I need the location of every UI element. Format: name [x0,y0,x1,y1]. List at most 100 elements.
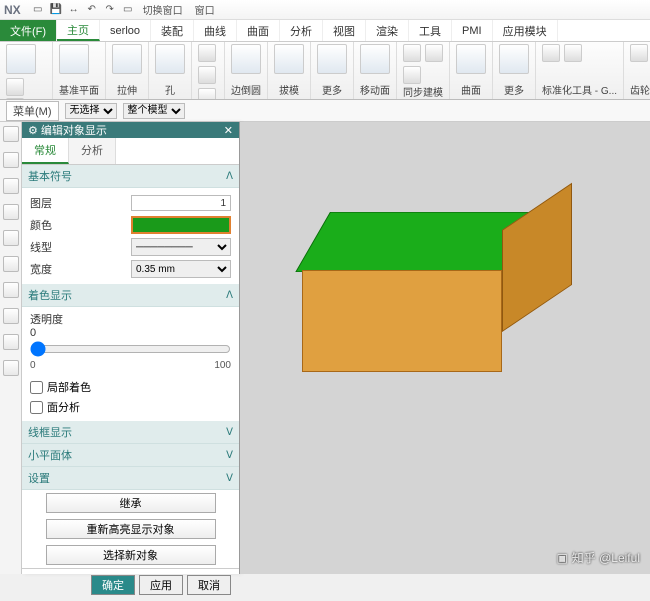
section-basic-header[interactable]: 基本符号ᐱ [22,165,239,188]
more1-icon[interactable] [317,44,347,74]
face-analyze-checkbox[interactable]: 面分析 [30,397,231,417]
save-icon[interactable]: 💾 [49,3,63,17]
switch-window-btn[interactable]: 切换窗口 [139,3,187,17]
replace-icon[interactable] [425,44,443,62]
slider-min: 0 [30,360,36,371]
menu-tab-tools[interactable]: 工具 [409,20,452,41]
reuse-icon[interactable] [3,204,19,220]
menu-tab-app[interactable]: 应用模块 [493,20,558,41]
menu-tab-pmi[interactable]: PMI [452,20,493,41]
window-btn[interactable]: 窗口 [191,3,219,17]
menu-tab-render[interactable]: 渲染 [366,20,409,41]
chevron-up-icon: ᐱ [226,290,233,301]
chevron-down-icon: ᐯ [226,473,233,484]
transparency-slider[interactable] [30,341,231,357]
std-icon[interactable] [542,44,560,62]
info-icon[interactable] [3,230,19,246]
linetype-label: 线型 [30,239,52,255]
arrows-icon[interactable]: ↔ [67,3,81,17]
linetype-select[interactable]: ──────── [131,238,231,256]
menu-tab-view[interactable]: 视图 [323,20,366,41]
section-shade-header[interactable]: 着色显示ᐱ [22,284,239,307]
color-label: 颜色 [30,217,52,233]
part-icon[interactable] [3,178,19,194]
surface-icon[interactable] [456,44,486,74]
nav-icon[interactable] [3,126,19,142]
std-label: 标准化工具 - G... [542,82,617,97]
color-swatch[interactable] [131,216,231,234]
edit-object-display-panel: ⚙ 编辑对象显示 ✕ 常规 分析 基本符号ᐱ 图层1 颜色 线型────────… [22,122,240,574]
edgeblend-label: 边倒圆 [231,82,261,97]
edgeblend-icon[interactable] [231,44,261,74]
section-wire-header[interactable]: 线框显示ᐯ [22,421,239,444]
redo-icon[interactable]: ↷ [103,3,117,17]
menu-tab-analyze[interactable]: 分析 [280,20,323,41]
menu-tab-surface[interactable]: 曲面 [237,20,280,41]
menu-button[interactable]: 菜单(M) [6,101,59,121]
moveface-label: 移动面 [360,82,390,97]
reselect-button[interactable]: 选择新对象 [46,545,216,565]
menu-tab-curve[interactable]: 曲线 [194,20,237,41]
ok-button[interactable]: 确定 [91,575,135,595]
cube-front-face[interactable] [302,270,502,372]
draft-label: 拔模 [274,82,304,97]
width-label: 宽度 [30,261,52,277]
section-facet-header[interactable]: 小平面体ᐯ [22,444,239,467]
rehighlight-button[interactable]: 重新高亮显示对象 [46,519,216,539]
hist-icon[interactable] [3,152,19,168]
color-icon[interactable] [3,334,19,350]
hole-icon[interactable] [155,44,185,74]
menu-bar: 文件(F) 主页 serloo 装配 曲线 曲面 分析 视图 渲染 工具 PMI… [0,20,650,42]
transparency-value: 0 [30,327,231,339]
cube-right-face[interactable] [502,183,572,332]
menu-tab-serloo[interactable]: serloo [100,20,151,41]
menu-file[interactable]: 文件(F) [0,20,57,41]
shell-icon[interactable] [198,88,216,100]
hd3d-icon[interactable] [3,282,19,298]
unite-icon[interactable] [198,66,216,84]
undo-icon[interactable]: ↶ [85,3,99,17]
more2-label: 更多 [499,82,529,97]
section-settings-header[interactable]: 设置ᐯ [22,467,239,490]
new-icon[interactable]: ▭ [31,3,45,17]
cancel-button[interactable]: 取消 [187,575,231,595]
extrude-icon[interactable] [112,44,142,74]
panel-titlebar[interactable]: ⚙ 编辑对象显示 ✕ [22,122,239,138]
width-select[interactable]: 0.35 mm [131,260,231,278]
sel-filter-2[interactable]: 整个模型 [123,103,185,119]
window-icon[interactable]: ▭ [121,3,135,17]
model-cube[interactable] [330,212,570,412]
delete-icon[interactable] [403,66,421,84]
menu-tab-home[interactable]: 主页 [57,20,100,41]
std2-icon[interactable] [564,44,582,62]
moveface-icon[interactable] [360,44,390,74]
chevron-up-icon: ᐱ [226,171,233,182]
menu-tab-assembly[interactable]: 装配 [151,20,194,41]
web-icon[interactable] [3,256,19,272]
3d-viewport[interactable]: ▣知乎 @Leiful [240,122,650,574]
offset-icon[interactable] [403,44,421,62]
apply-button[interactable]: 应用 [139,575,183,595]
gear-icon[interactable] [630,44,648,62]
sketch-icon[interactable] [6,44,36,74]
tab-general[interactable]: 常规 [22,138,69,164]
more2-icon[interactable] [499,44,529,74]
close-icon[interactable]: ✕ [224,124,233,137]
inherit-button[interactable]: 继承 [46,493,216,513]
transparency-label: 透明度 [30,311,231,327]
tab-analysis[interactable]: 分析 [69,138,116,164]
rect-icon[interactable] [6,78,24,96]
role-icon[interactable] [3,308,19,324]
misc-icon[interactable] [3,360,19,376]
surface-label: 曲面 [456,82,486,97]
layer-input[interactable]: 1 [131,195,231,211]
datum-icon[interactable] [59,44,89,74]
chevron-down-icon: ᐯ [226,450,233,461]
sel-filter-1[interactable]: 无选择 [65,103,117,119]
draft-icon[interactable] [274,44,304,74]
more1-label: 更多 [317,82,347,97]
ribbon: 直接草图 基准平面 拉伸 孔 特征 边倒圆 拔模 更多 移动面 同步建模 曲面 … [0,42,650,100]
hole-label: 孔 [155,82,185,97]
pattern-icon[interactable] [198,44,216,62]
local-shade-checkbox[interactable]: 局部着色 [30,377,231,397]
